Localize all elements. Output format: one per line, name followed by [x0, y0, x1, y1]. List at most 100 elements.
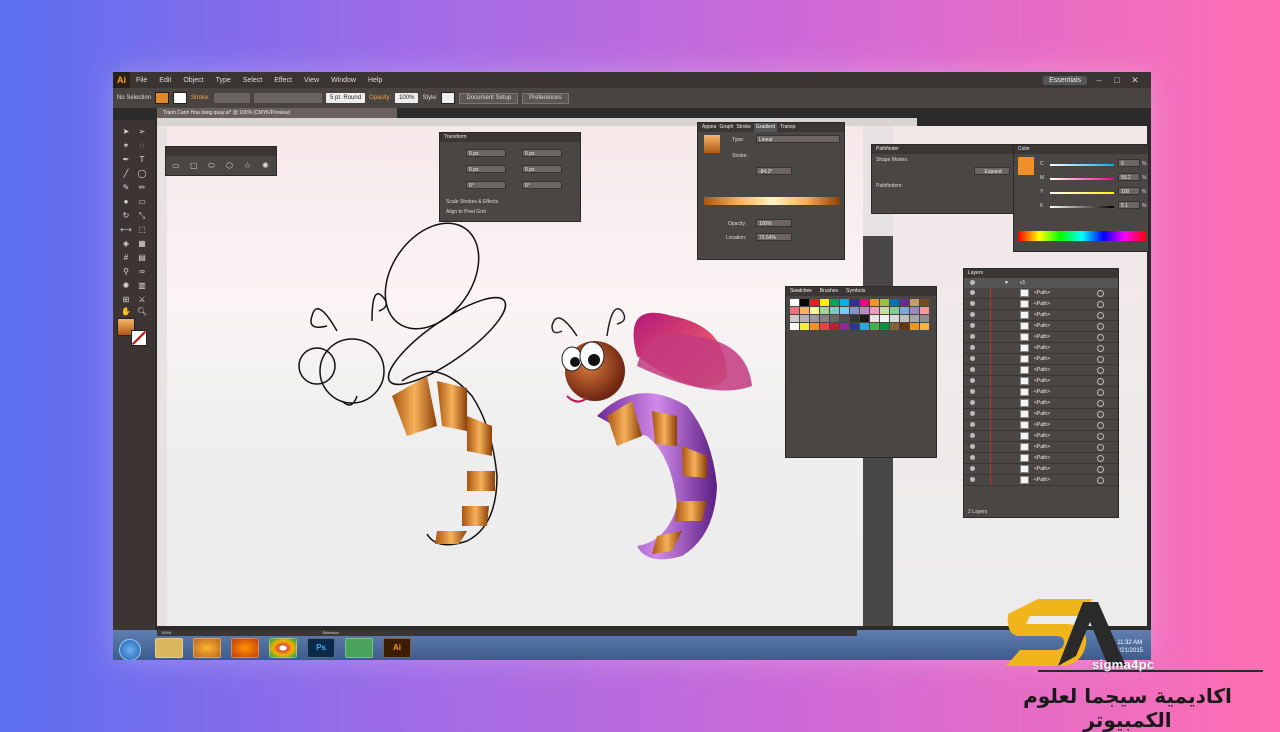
- tab-appearance[interactable]: Appea: [702, 123, 716, 132]
- minimize-icon[interactable]: –: [1093, 75, 1105, 85]
- document-tab[interactable]: Tranh Canh Hoa dang quay.ai* @ 100% (CMY…: [157, 108, 397, 118]
- gradient-opacity-field[interactable]: 100%: [756, 219, 792, 227]
- visibility-eye-icon[interactable]: [970, 433, 975, 438]
- tab-transparency[interactable]: Transp: [780, 123, 795, 132]
- layer-target-icon[interactable]: [1097, 411, 1104, 418]
- layer-row-top[interactable]: ▼ v1: [964, 278, 1118, 288]
- menu-window[interactable]: Window: [325, 77, 362, 84]
- layer-row[interactable]: <Path>: [964, 376, 1118, 387]
- layer-target-icon[interactable]: [1097, 367, 1104, 374]
- selection-tool-icon[interactable]: ➤: [119, 126, 133, 138]
- taskbar-folder-icon[interactable]: [155, 638, 183, 658]
- stroke-weight-field[interactable]: [214, 93, 251, 103]
- scale-strokes-option[interactable]: Scale Strokes & Effects: [446, 199, 498, 205]
- magic-wand-tool-icon[interactable]: ✶: [119, 140, 133, 152]
- expand-button[interactable]: Expand: [974, 167, 1010, 175]
- layer-row[interactable]: <Path>: [964, 420, 1118, 431]
- layer-row[interactable]: <Path>: [964, 475, 1118, 486]
- visibility-eye-icon[interactable]: [970, 455, 975, 460]
- layer-row[interactable]: <Path>: [964, 343, 1118, 354]
- tab-stroke[interactable]: Stroke: [736, 123, 750, 132]
- layer-row[interactable]: <Path>: [964, 365, 1118, 376]
- slice-tool-icon[interactable]: ⚔: [135, 294, 149, 306]
- menu-effect[interactable]: Effect: [268, 77, 298, 84]
- stroke-color-swatch[interactable]: [131, 330, 147, 346]
- taskbar-illustrator-icon[interactable]: Ai: [383, 638, 411, 658]
- gradient-tool-icon[interactable]: ▤: [135, 252, 149, 264]
- layer-row[interactable]: <Path>: [964, 409, 1118, 420]
- visibility-eye-icon[interactable]: [970, 345, 975, 350]
- layer-row[interactable]: <Path>: [964, 464, 1118, 475]
- channel-y-slider[interactable]: [1050, 192, 1114, 194]
- workspace-switcher[interactable]: Essentials: [1043, 75, 1087, 85]
- scale-tool-icon[interactable]: ⤡: [135, 210, 149, 222]
- menu-view[interactable]: View: [298, 77, 325, 84]
- height-field[interactable]: 0 px: [522, 165, 562, 173]
- column-graph-tool-icon[interactable]: ▥: [135, 280, 149, 292]
- layer-row[interactable]: <Path>: [964, 453, 1118, 464]
- taskbar-photoshop-icon[interactable]: Ps: [307, 638, 335, 658]
- direct-selection-tool-icon[interactable]: ➢: [135, 126, 149, 138]
- layer-name[interactable]: v1: [1020, 278, 1025, 288]
- layer-target-icon[interactable]: [1097, 433, 1104, 440]
- artboard-tool-icon[interactable]: ⊞: [119, 294, 133, 306]
- document-setup-button[interactable]: Document Setup: [459, 92, 519, 104]
- location-field[interactable]: 72.64%: [756, 233, 792, 241]
- color-spectrum[interactable]: [1018, 231, 1146, 241]
- gradient-preview[interactable]: [704, 135, 720, 153]
- zoom-level[interactable]: 100%: [157, 630, 171, 635]
- channel-c-field[interactable]: 0: [1118, 159, 1140, 167]
- pen-tool-icon[interactable]: ✒: [119, 154, 133, 166]
- swatch-grid[interactable]: [790, 299, 929, 330]
- visibility-eye-icon[interactable]: [970, 411, 975, 416]
- tab-brushes[interactable]: Brushes: [820, 287, 838, 296]
- tab-graphic-styles[interactable]: Graph: [719, 123, 733, 132]
- taskbar-app-icon[interactable]: [345, 638, 373, 658]
- visibility-eye-icon[interactable]: [970, 367, 975, 372]
- color-fill-preview[interactable]: [1018, 157, 1034, 175]
- layer-row[interactable]: <Path>: [964, 310, 1118, 321]
- pencil-tool-icon[interactable]: ✏: [135, 182, 149, 194]
- visibility-eye-icon[interactable]: [970, 290, 975, 295]
- type-tool-icon[interactable]: T: [135, 154, 149, 166]
- close-icon[interactable]: ✕: [1129, 75, 1141, 86]
- blend-tool-icon[interactable]: ∞: [135, 266, 149, 278]
- lasso-tool-icon[interactable]: ◌: [135, 140, 149, 152]
- free-transform-tool-icon[interactable]: ⬚: [135, 224, 149, 236]
- layer-row[interactable]: <Path>: [964, 288, 1118, 299]
- style-swatch[interactable]: [441, 92, 456, 104]
- angle-field[interactable]: -84.2°: [756, 167, 792, 175]
- mesh-tool-icon[interactable]: #: [119, 252, 133, 264]
- channel-m-field[interactable]: 50.2: [1118, 173, 1140, 181]
- width-tool-icon[interactable]: ⟷: [119, 224, 133, 236]
- variable-width-select[interactable]: [254, 93, 323, 103]
- disclosure-triangle-icon[interactable]: ▼: [1004, 278, 1009, 288]
- menu-type[interactable]: Type: [210, 77, 237, 84]
- layer-target-icon[interactable]: [1097, 444, 1104, 451]
- brush-select[interactable]: 5 pt. Round: [326, 93, 366, 103]
- visibility-eye-icon[interactable]: [970, 466, 975, 471]
- visibility-eye-icon[interactable]: [970, 312, 975, 317]
- layer-target-icon[interactable]: [1097, 334, 1104, 341]
- menu-file[interactable]: File: [130, 77, 153, 84]
- channel-c-slider[interactable]: [1050, 164, 1114, 166]
- layer-row[interactable]: <Path>: [964, 387, 1118, 398]
- gradient-slider[interactable]: [704, 197, 840, 205]
- visibility-eye-icon[interactable]: [970, 389, 975, 394]
- line-tool-icon[interactable]: ╱: [119, 168, 133, 180]
- rotate-tool-icon[interactable]: ↻: [119, 210, 133, 222]
- menu-select[interactable]: Select: [237, 77, 268, 84]
- gradient-type-select[interactable]: Linear: [756, 135, 840, 143]
- star-tool-icon[interactable]: ☆: [244, 161, 251, 170]
- visibility-eye-icon[interactable]: [970, 301, 975, 306]
- rounded-rect-tool-icon[interactable]: ▢: [190, 161, 198, 170]
- x-field[interactable]: 0 px: [466, 149, 506, 157]
- layer-row[interactable]: <Path>: [964, 332, 1118, 343]
- layer-row[interactable]: <Path>: [964, 321, 1118, 332]
- layer-row[interactable]: <Path>: [964, 354, 1118, 365]
- layer-row[interactable]: <Path>: [964, 442, 1118, 453]
- preferences-button[interactable]: Preferences: [522, 92, 569, 104]
- layer-row[interactable]: <Path>: [964, 398, 1118, 409]
- layer-target-icon[interactable]: [1097, 389, 1104, 396]
- taskbar-media-icon[interactable]: [193, 638, 221, 658]
